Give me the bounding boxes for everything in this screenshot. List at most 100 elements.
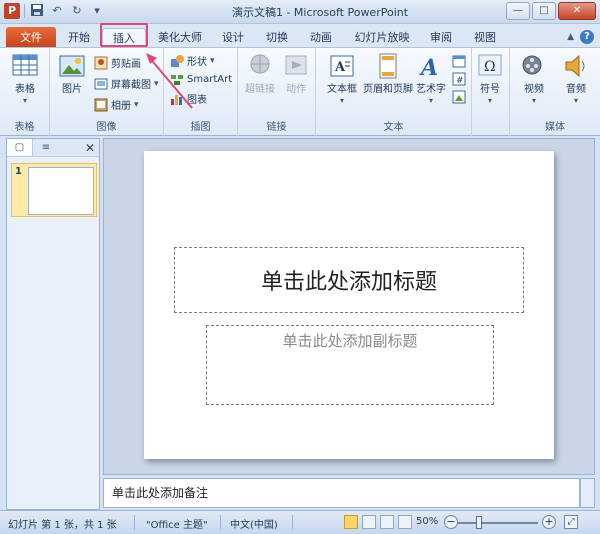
video-button[interactable]: 视频 ▾ <box>514 52 554 112</box>
textbox-button[interactable]: A 文本框 ▾ <box>320 52 364 112</box>
normal-view-icon[interactable] <box>344 515 358 529</box>
chart-label: 图表 <box>187 95 207 106</box>
clipart-label: 剪贴画 <box>111 59 141 70</box>
slideshow-view-icon[interactable] <box>398 515 412 529</box>
zoom-level[interactable]: 50% <box>416 516 438 527</box>
picture-button[interactable]: 图片 <box>52 52 92 112</box>
language-status[interactable]: 中文(中国) <box>230 516 278 531</box>
speaker-icon <box>565 54 585 78</box>
clipart-button[interactable]: 剪贴画 <box>94 54 141 71</box>
tab-transitions[interactable]: 切换 <box>260 28 294 48</box>
group-illustrations: 形状 ▾ SmartArt 图表 插图 <box>164 48 238 136</box>
minimize-ribbon-icon[interactable]: ▲ <box>567 32 574 42</box>
group-media: 视频 ▾ 音频 ▾ 媒体 <box>510 48 600 136</box>
hyperlink-label: 超链接 <box>245 84 275 95</box>
fit-to-window-icon[interactable]: ⤢ <box>564 515 578 529</box>
maximize-button[interactable]: □ <box>532 2 556 20</box>
textbox-label: 文本框 <box>327 84 357 95</box>
redo-icon[interactable]: ↻ <box>69 3 85 19</box>
chevron-down-icon: ▾ <box>339 96 344 105</box>
tab-home[interactable]: 开始 <box>62 28 96 48</box>
help-icon[interactable]: ? <box>580 30 594 44</box>
smartart-button[interactable]: SmartArt <box>170 71 232 88</box>
action-icon <box>285 55 307 75</box>
album-button[interactable]: 相册 ▾ <box>94 96 139 113</box>
chart-button[interactable]: 图表 <box>170 90 207 107</box>
hyperlink-button[interactable]: 超链接 <box>240 52 280 112</box>
slide-thumbnail-row[interactable]: 1 <box>11 163 97 217</box>
save-icon[interactable] <box>29 3 45 19</box>
close-button[interactable]: ✕ <box>558 2 596 20</box>
group-links: 超链接 动作 链接 <box>238 48 316 136</box>
svg-text:A: A <box>419 55 438 80</box>
picture-icon <box>59 55 85 77</box>
tab-view[interactable]: 视图 <box>468 28 502 48</box>
ribbon-tabs: 文件 开始 插入 美化大师 设计 切换 动画 幻灯片放映 审阅 视图 ▲ ? <box>0 24 600 48</box>
close-icon[interactable]: ✕ <box>81 141 99 155</box>
notes-pane[interactable]: 单击此处添加备注 <box>103 478 580 508</box>
slide-canvas[interactable]: 单击此处添加标题 单击此处添加副标题 <box>144 151 554 459</box>
chevron-down-icon: ▾ <box>531 96 536 105</box>
date-time-button[interactable] <box>452 52 466 69</box>
shapes-button[interactable]: 形状 ▾ <box>170 52 215 69</box>
slide-sorter-view-icon[interactable] <box>362 515 376 529</box>
screenshot-button[interactable]: 屏幕截图 ▾ <box>94 75 159 92</box>
wordart-button[interactable]: A 艺术字 ▾ <box>414 52 448 112</box>
symbol-label: 符号 <box>480 84 500 95</box>
table-button[interactable]: 表格 ▾ <box>5 52 45 112</box>
group-links-label: 链接 <box>266 122 287 133</box>
tab-review[interactable]: 审阅 <box>424 28 458 48</box>
slides-tab-icon[interactable]: ▢ <box>7 139 33 156</box>
subtitle-placeholder[interactable]: 单击此处添加副标题 <box>206 325 494 405</box>
powerpoint-app-icon[interactable]: P <box>4 3 20 19</box>
zoom-out-icon[interactable]: − <box>444 515 458 529</box>
slides-pane: ▢ ≡ ✕ 1 <box>6 138 100 510</box>
action-button[interactable]: 动作 <box>278 52 314 112</box>
chevron-down-icon: ▾ <box>573 96 578 105</box>
tab-design[interactable]: 设计 <box>216 28 250 48</box>
audio-button[interactable]: 音频 ▾ <box>556 52 596 112</box>
clipart-icon <box>94 56 108 70</box>
slide-number-button[interactable]: # <box>452 70 466 87</box>
slide-count-status: 幻灯片 第 1 张，共 1 张 <box>8 520 117 531</box>
theme-status[interactable]: "Office 主题" <box>146 516 208 531</box>
slide-thumbnail[interactable] <box>28 167 94 215</box>
minimize-button[interactable]: — <box>506 2 530 20</box>
symbol-button[interactable]: Ω 符号 ▾ <box>472 52 508 112</box>
header-footer-button[interactable]: 页眉和页脚 <box>360 52 416 112</box>
zoom-in-icon[interactable]: + <box>542 515 556 529</box>
zoom-slider-track[interactable] <box>458 522 538 524</box>
insert-tab-highlight <box>100 23 148 47</box>
omega-icon: Ω <box>478 54 502 76</box>
chevron-down-icon: ▾ <box>154 78 159 89</box>
shapes-label: 形状 <box>187 57 207 68</box>
status-bar: 幻灯片 第 1 张，共 1 张 "Office 主题" 中文(中国) 50% −… <box>0 510 600 534</box>
status-separator <box>220 515 221 530</box>
tab-slideshow[interactable]: 幻灯片放映 <box>350 28 414 48</box>
table-icon <box>12 54 38 76</box>
header-footer-icon <box>379 53 397 79</box>
date-icon <box>452 54 466 68</box>
reading-view-icon[interactable] <box>380 515 394 529</box>
group-table: 表格 ▾ 表格 <box>0 48 50 136</box>
smartart-label: SmartArt <box>187 74 233 85</box>
shapes-icon <box>170 54 184 68</box>
group-text-label: 文本 <box>383 122 404 133</box>
tab-animations[interactable]: 动画 <box>304 28 338 48</box>
chevron-down-icon: ▾ <box>134 99 139 110</box>
header-footer-label: 页眉和页脚 <box>363 84 413 95</box>
notes-scrollbar[interactable] <box>580 478 595 508</box>
status-separator <box>292 515 293 530</box>
zoom-slider-thumb[interactable] <box>476 516 482 529</box>
tab-beautify-master[interactable]: 美化大师 <box>152 28 208 48</box>
object-button[interactable] <box>452 88 466 105</box>
title-placeholder[interactable]: 单击此处添加标题 <box>174 247 524 313</box>
tab-file[interactable]: 文件 <box>6 27 56 48</box>
photo-album-icon <box>94 98 108 112</box>
album-label: 相册 <box>111 101 131 112</box>
chevron-down-icon: ▾ <box>210 55 215 66</box>
undo-icon[interactable]: ↶ <box>49 3 65 19</box>
wordart-label: 艺术字 <box>416 84 446 95</box>
customize-qat-icon[interactable]: ▾ <box>89 3 105 19</box>
outline-tab-icon[interactable]: ≡ <box>33 139 59 156</box>
